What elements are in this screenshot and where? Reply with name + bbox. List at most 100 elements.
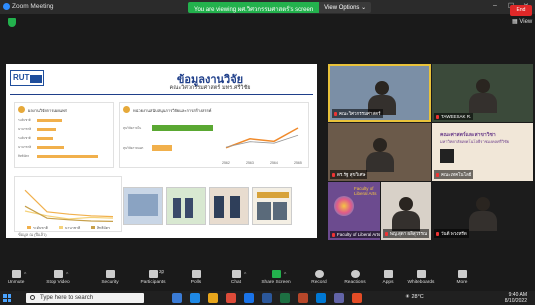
encryption-shield-icon[interactable] <box>8 18 16 27</box>
participant-name: Faculty of Liberal Arts <box>330 231 380 238</box>
view-options-button[interactable]: View Options ⌄ <box>319 2 372 13</box>
word-icon[interactable] <box>262 293 272 303</box>
minimize-button[interactable]: – <box>493 2 497 9</box>
pdf-reader-icon[interactable] <box>352 293 362 303</box>
research-photo <box>166 187 206 225</box>
bar-label: ระดับชาติ <box>18 136 31 140</box>
bar-label: ทุนวิจัยภายใน <box>123 126 142 130</box>
participant-name-text: ดร.รัฐ สุขวิเศษ <box>337 172 366 177</box>
outlook-icon[interactable] <box>316 293 326 303</box>
toolbar-share-screen-button[interactable]: Share Screen <box>258 268 294 285</box>
file-explorer-icon[interactable] <box>208 293 218 303</box>
participant-head <box>372 138 387 152</box>
logo-text: RUT <box>13 73 30 82</box>
toolbar-polls-button[interactable]: Polls <box>178 268 214 285</box>
legend-swatch <box>59 226 63 229</box>
task-view-icon[interactable] <box>172 293 182 303</box>
toolbar-reactions-button[interactable]: Reactions <box>337 268 373 285</box>
colorful-brain-icon <box>334 196 354 216</box>
participant-head <box>475 197 490 211</box>
toolbar-label: Apps <box>382 280 394 285</box>
toolbar-label: Record <box>311 280 327 285</box>
powerpoint-icon[interactable] <box>298 293 308 303</box>
windows-start-icon[interactable] <box>3 294 11 302</box>
chevron-up-icon[interactable]: ^ <box>244 272 246 278</box>
legend-label: ระดับชาติ <box>33 226 49 230</box>
taskbar-search-input[interactable]: Type here to search <box>26 293 144 303</box>
research-photo <box>123 187 163 225</box>
weather-widget[interactable]: ☀ 28°C <box>405 294 424 300</box>
weather-temp: 28°C <box>411 294 424 300</box>
participant-body <box>392 211 420 231</box>
meeting-toolbar: Unmute ^ Stop Video ^ Security Participants 20… <box>0 268 535 291</box>
toolbar-label: Polls <box>190 280 202 285</box>
participant-name: พญ.สุดา ผลิสุวรรณ <box>383 229 430 238</box>
toolbar-record-button[interactable]: Record <box>301 268 337 285</box>
chevron-up-icon[interactable]: ^ <box>284 272 286 278</box>
participant-name: TAWEESAK R. <box>434 113 474 120</box>
participant-tile[interactable]: TAWEESAK R. <box>432 64 533 122</box>
research-photo <box>252 187 292 225</box>
participant-tile[interactable]: คณะวิศวกรรมศาสตร์ <box>328 64 431 122</box>
shield-icon <box>105 270 115 278</box>
toolbar-stop-video-button[interactable]: Stop Video <box>40 268 76 285</box>
toolbar-participants-button[interactable]: Participants 20 <box>135 268 171 285</box>
viewing-screen-label: You are viewing ผศ.วิศวกรรมศาสตร์'s scre… <box>188 2 320 13</box>
faculty-banner-sub: มหาวิทยาลัยเทคโนโลยีราชมงคลศรีวิชัย <box>440 139 510 144</box>
muted-mic-icon <box>332 232 335 237</box>
legend-label: สิทธิบัตร <box>97 226 110 230</box>
apps-icon <box>383 270 393 278</box>
clock-date: 8/10/2022 <box>504 298 527 304</box>
toolbar-security-button[interactable]: Security <box>92 268 128 285</box>
edge-browser-icon[interactable] <box>190 293 200 303</box>
participant-name-text: คณะวิศวกรรมศาสตร์ <box>339 111 381 116</box>
funding-trend-chart: 2562 2563 2564 2565 <box>222 127 302 165</box>
zoom-app-icon[interactable] <box>244 293 254 303</box>
participant-name-text: คณะเทคโนโลยี <box>441 172 472 177</box>
teams-icon[interactable] <box>334 293 344 303</box>
toolbar-whiteboards-button[interactable]: Whiteboards <box>403 268 439 285</box>
chevron-up-icon[interactable]: ^ <box>66 272 68 278</box>
participant-name-text: พญ.สุดา ผลิสุวรรณ <box>390 231 428 236</box>
panel-bullet-icon <box>18 106 25 113</box>
panel2-title: หน่วยงานสนับสนุนการวิจัยและการสร้างสรรค์ <box>133 108 212 113</box>
toolbar-unmute-button[interactable]: Unmute <box>0 268 34 285</box>
more-icon <box>457 270 467 278</box>
legend-swatch <box>27 226 31 229</box>
end-meeting-button[interactable]: End <box>510 5 532 16</box>
bar-label: ระดับชาติ <box>18 118 31 122</box>
system-clock[interactable]: 9:40 AM 8/10/2022 <box>505 292 527 304</box>
trend-series <box>24 189 114 222</box>
view-layout-button[interactable]: ▦ View <box>512 18 532 25</box>
funding-panel: หน่วยงานสนับสนุนการวิจัยและการสร้างสรรค์… <box>119 102 309 168</box>
participant-tile[interactable]: Faculty of Liberal Arts Faculty of Libera… <box>328 182 380 240</box>
participant-tile[interactable]: พญ.สุดา ผลิสุวรรณ <box>381 182 431 240</box>
chrome-icon[interactable] <box>226 293 236 303</box>
toolbar-label: Share Screen <box>261 280 291 285</box>
toolbar-label: Unmute <box>7 280 25 285</box>
chevron-up-icon[interactable]: ^ <box>161 272 163 278</box>
bar <box>152 125 213 131</box>
bar <box>37 119 62 122</box>
toolbar-apps-button[interactable]: Apps <box>370 268 406 285</box>
bar-label: สิทธิบัตร <box>18 154 30 158</box>
view-button-label: View <box>519 19 533 25</box>
participant-name-text: TAWEESAK R. <box>441 114 472 119</box>
legend-label: นานาชาติ <box>65 226 81 230</box>
participant-tile[interactable]: คณะเทคโนโลยี คณะศาสตร์และสาขาวิชา มหาวิทยา… <box>432 123 533 181</box>
polls-icon <box>191 270 201 278</box>
slide-subtitle: คณะวิศวกรรมศาสตร์ มทร.ศรีวิชัย <box>169 85 251 91</box>
publication-panel: ผลงานวิจัยการเผยแพร่ ระดับชาติ นานาชาติ ระ… <box>14 102 114 168</box>
search-placeholder: Type here to search <box>40 295 94 301</box>
bar <box>37 137 53 140</box>
record-icon <box>314 270 324 278</box>
participant-tile[interactable]: วันดี พวงหรีด <box>432 182 533 240</box>
chevron-up-icon[interactable]: ^ <box>24 272 26 278</box>
bar <box>152 145 172 151</box>
toolbar-chat-button[interactable]: Chat <box>218 268 254 285</box>
excel-icon[interactable] <box>280 293 290 303</box>
toolbar-more-button[interactable]: More <box>444 268 480 285</box>
participant-tile[interactable]: ดร.รัฐ สุขวิเศษ <box>328 123 431 181</box>
toolbar-label: Whiteboards <box>407 280 435 285</box>
participant-name: คณะเทคโนโลยี <box>434 170 474 179</box>
